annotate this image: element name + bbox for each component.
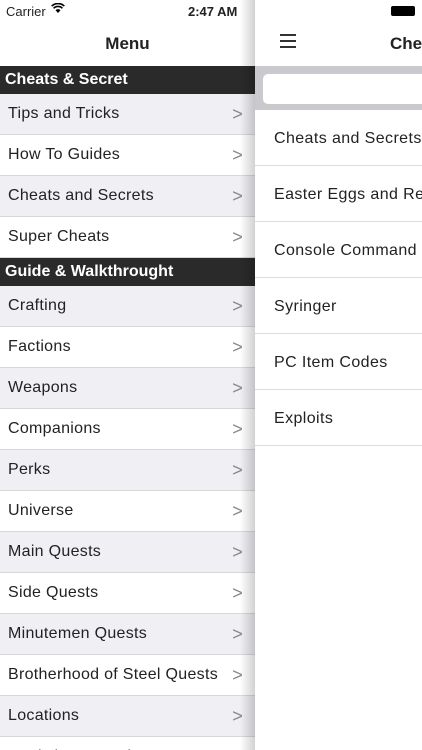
hamburger-menu-icon[interactable] (280, 34, 296, 48)
menu-item[interactable]: Perks > (0, 450, 255, 491)
carrier-label: Carrier (6, 4, 46, 19)
menu-item[interactable]: Companions > (0, 409, 255, 450)
search-input[interactable] (263, 74, 422, 104)
menu-item[interactable]: Workshop Locations> (0, 737, 255, 750)
content-list-item[interactable]: Cheats and Secrets (255, 110, 422, 166)
panel-shadow (240, 0, 255, 750)
content-list-item[interactable]: Syringer (255, 278, 422, 334)
menu-item-label: Universe (8, 502, 74, 519)
menu-item-label: Side Quests (8, 584, 99, 601)
menu-item-label: Companions (8, 420, 101, 437)
menu-item-label: How To Guides (8, 146, 121, 163)
menu-item[interactable]: Super Cheats > (0, 217, 255, 258)
menu-item-label: Tips and Tricks (8, 105, 120, 122)
content-list: Cheats and Secrets Easter Eggs and Ref Con… (255, 110, 422, 446)
menu-item-label: Crafting (8, 297, 67, 314)
menu-item[interactable]: Weapons > (0, 368, 255, 409)
battery-icon (391, 6, 415, 16)
menu-item-label: Super Cheats (8, 228, 110, 245)
menu-title: Menu (105, 34, 150, 53)
menu-item-label: Cheats and Secrets (8, 187, 154, 204)
menu-item-label: Factions (8, 338, 71, 355)
menu-item[interactable]: Locations > (0, 696, 255, 737)
menu-item[interactable]: Brotherhood of Steel Quests > (0, 655, 255, 696)
menu-item-label: Main Quests (8, 543, 102, 560)
menu-item[interactable]: Factions > (0, 327, 255, 368)
menu-list: Cheats & Secret Tips and Tricks > How To Gu… (0, 66, 255, 750)
menu-item[interactable]: Main Quests > (0, 532, 255, 573)
menu-item[interactable]: Universe > (0, 491, 255, 532)
content-panel: Che Cheats and Secrets Easter Eggs and Re… (255, 0, 422, 750)
menu-item[interactable]: Side Quests > (0, 573, 255, 614)
side-menu: Carrier 2:47 AM Menu Cheats & Secret Tips… (0, 0, 255, 750)
menu-item[interactable]: Tips and Tricks > (0, 94, 255, 135)
menu-item[interactable]: Cheats and Secrets > (0, 176, 255, 217)
section-header: Guide & Walkthrought (0, 258, 255, 286)
menu-item-label: Minutemen Quests (8, 625, 148, 642)
menu-item[interactable]: How To Guides > (0, 135, 255, 176)
menu-item[interactable]: Crafting > (0, 286, 255, 327)
menu-item-label: Brotherhood of Steel Quests (8, 666, 218, 683)
menu-item-label: Weapons (8, 379, 78, 396)
section-header: Cheats & Secret (0, 66, 255, 94)
clock-label: 2:47 AM (188, 4, 238, 19)
content-list-item[interactable]: PC Item Codes (255, 334, 422, 390)
content-list-item[interactable]: Easter Eggs and Ref (255, 166, 422, 222)
menu-item[interactable]: Minutemen Quests > (0, 614, 255, 655)
wifi-icon (51, 2, 65, 17)
menu-item-label: Perks (8, 461, 51, 478)
content-list-item[interactable]: Console Command C (255, 222, 422, 278)
content-title: Che (390, 34, 422, 53)
content-list-item[interactable]: Exploits (255, 390, 422, 446)
menu-item-label: Locations (8, 707, 80, 724)
status-bar: Carrier 2:47 AM (0, 0, 255, 22)
